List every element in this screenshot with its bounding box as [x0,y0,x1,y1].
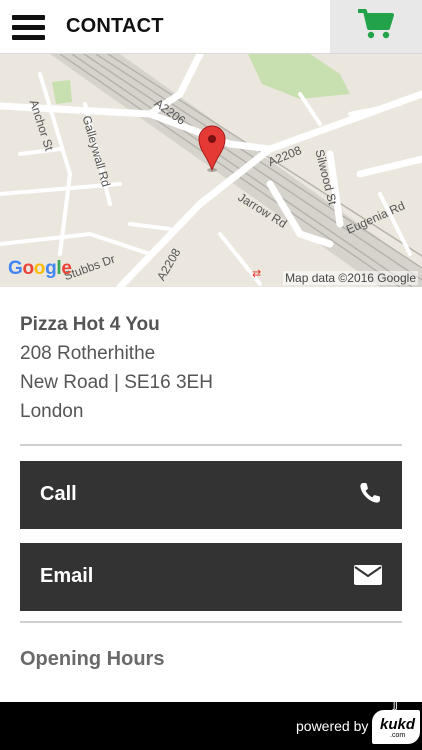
google-logo: Google [8,258,72,279]
divider [20,444,402,446]
shopping-cart-icon [358,9,394,39]
steam-icon: ʃʃ [393,700,398,711]
kukd-logo[interactable]: kukd .com [372,710,420,744]
cart-button[interactable] [330,0,422,53]
restaurant-address: Pizza Hot 4 You 208 Rotherhithe New Road… [20,310,402,426]
map-streets [0,54,422,287]
email-label: Email [40,565,94,587]
email-button[interactable]: Email [20,543,402,611]
location-map[interactable]: Anchor St Galleywall Rd A2206 A2208 Silw… [0,54,422,287]
address-line: New Road | SE16 3EH [20,372,213,393]
call-button[interactable]: Call [20,461,402,529]
call-label: Call [40,483,77,505]
envelope-icon [354,565,382,585]
page-title: CONTACT [66,15,164,37]
powered-by-text: powered by [296,718,369,734]
hamburger-menu-icon [12,15,45,20]
brand-name: kukd [380,716,416,733]
address-line: 208 Rotherhithe [20,343,156,364]
address-line: London [20,401,84,422]
rail-icon: ⇄ [252,268,262,280]
divider [20,621,402,623]
map-attribution: Map data ©2016 Google [283,271,418,285]
brand-suffix: .com [390,732,406,739]
phone-icon [360,483,380,503]
app-header: CONTACT [0,0,422,54]
opening-hours-heading[interactable]: Opening Hours [20,648,164,671]
menu-button[interactable] [12,12,46,42]
footer: powered by kukd .com [0,702,422,750]
restaurant-name: Pizza Hot 4 You [20,314,160,335]
